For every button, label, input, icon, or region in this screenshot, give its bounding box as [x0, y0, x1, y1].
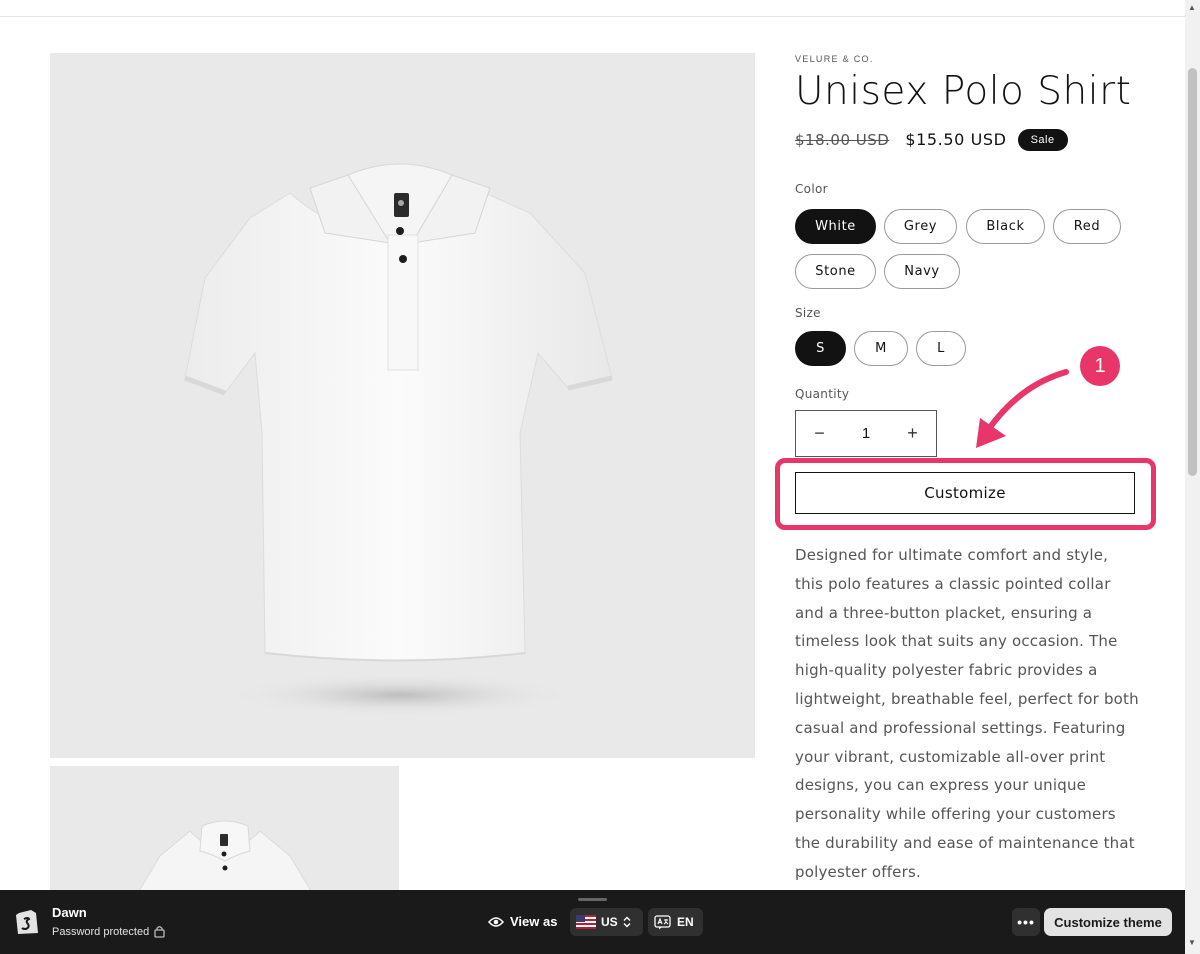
size-option-l[interactable]: L	[916, 331, 966, 366]
shopify-logo-icon	[16, 910, 38, 934]
price-row: $18.00 USD $15.50 USD Sale	[795, 128, 1140, 151]
language-code: EN	[677, 915, 694, 929]
more-icon[interactable]: •••	[1012, 908, 1040, 936]
quantity-decrease-button[interactable]: −	[796, 411, 843, 456]
chevron-updown-icon	[623, 916, 631, 928]
eye-icon	[488, 916, 504, 927]
product-thumbnail-image[interactable]	[50, 766, 399, 890]
header-divider	[0, 16, 1185, 17]
view-as-control[interactable]: View as	[488, 914, 557, 929]
curved-arrow-icon	[976, 369, 1069, 448]
password-status: Password protected	[52, 925, 165, 938]
color-option-black[interactable]: Black	[966, 209, 1045, 244]
size-label: Size	[795, 306, 821, 320]
customize-button[interactable]: Customize	[795, 472, 1135, 514]
quantity-label: Quantity	[795, 387, 850, 401]
quantity-input[interactable]: 1	[843, 425, 889, 442]
lock-icon	[154, 926, 165, 938]
theme-name: Dawn	[52, 905, 87, 920]
product-title: Unisex Polo Shirt	[795, 69, 1132, 114]
polo-shirt-image	[184, 163, 613, 717]
scrollbar-thumb[interactable]	[1188, 68, 1197, 476]
theme-preview-bar: Dawn Password protected View as US EN ••…	[0, 890, 1185, 954]
bar-drag-handle[interactable]	[578, 898, 607, 901]
size-option-s[interactable]: S	[795, 331, 846, 366]
customize-theme-button[interactable]: Customize theme	[1044, 908, 1172, 936]
size-option-m[interactable]: M	[854, 331, 908, 366]
country-selector[interactable]: US	[570, 908, 643, 936]
color-option-red[interactable]: Red	[1053, 209, 1121, 244]
product-page: VELURE & CO. Unisex Polo Shirt $18.00 US…	[0, 0, 1185, 890]
language-selector[interactable]: EN	[648, 908, 703, 936]
sale-price: $15.50 USD	[905, 130, 1007, 150]
quantity-stepper: − 1 +	[795, 410, 937, 457]
vendor-name: VELURE & CO.	[795, 54, 874, 64]
scroll-up-arrow-icon[interactable]: ▲	[1188, 3, 1196, 12]
sale-badge: Sale	[1017, 128, 1068, 151]
step-marker: 1	[1080, 346, 1120, 386]
password-status-text: Password protected	[52, 925, 150, 938]
product-info: VELURE & CO. Unisex Polo Shirt $18.00 US…	[775, 53, 1156, 881]
scroll-down-arrow-icon[interactable]: ▼	[1188, 938, 1196, 947]
country-code: US	[601, 915, 618, 929]
us-flag-icon	[576, 915, 596, 929]
product-main-image[interactable]	[50, 53, 755, 758]
color-option-stone[interactable]: Stone	[795, 254, 876, 289]
view-as-label: View as	[510, 914, 558, 929]
color-option-white[interactable]: White	[795, 209, 876, 244]
quantity-increase-button[interactable]: +	[889, 411, 936, 456]
polo-shirt-thumbnail	[139, 820, 311, 890]
color-option-navy[interactable]: Navy	[884, 254, 960, 289]
color-option-grey[interactable]: Grey	[884, 209, 957, 244]
regular-price: $18.00 USD	[795, 130, 890, 149]
product-description: Designed for ultimate comfort and style,…	[795, 546, 1139, 881]
color-label: Color	[795, 182, 828, 196]
translate-icon	[654, 914, 671, 929]
